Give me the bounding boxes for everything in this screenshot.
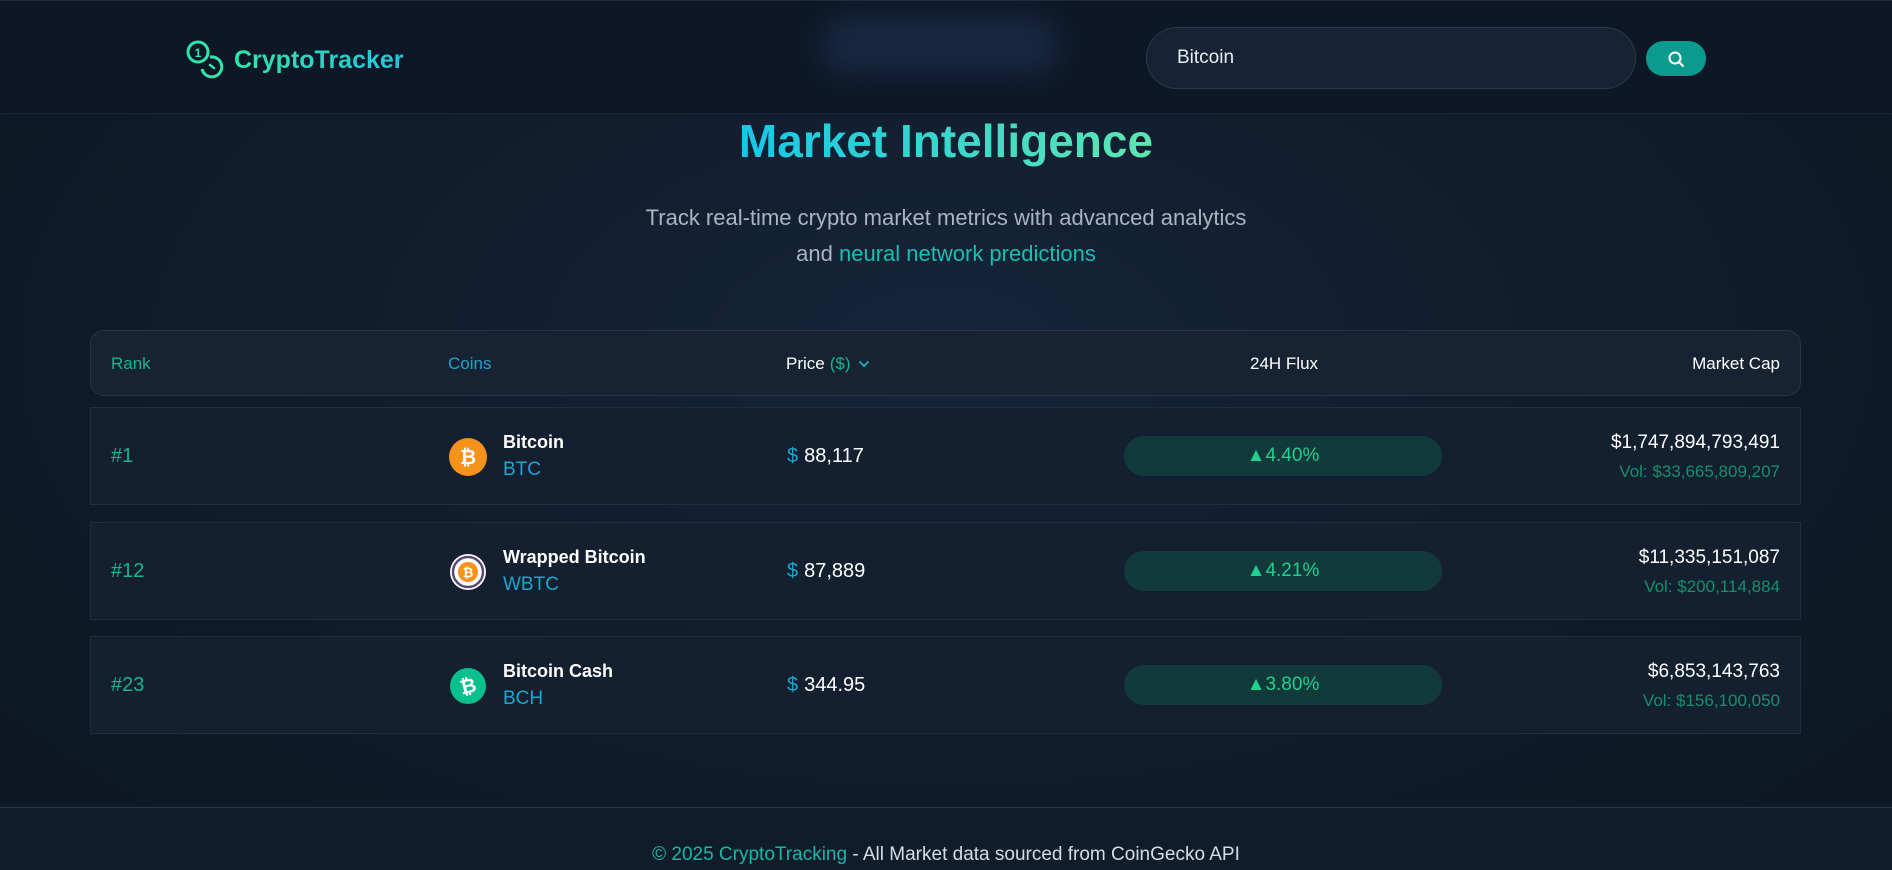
chevron-down-icon: [858, 361, 869, 368]
price-value: 88,117: [804, 445, 864, 467]
table-row[interactable]: #1 ₿ Bitcoin BTC $88,117 ▲4.40% $1,747,8…: [90, 407, 1801, 505]
footer: © 2025 CryptoTracking - All Market data …: [0, 807, 1892, 870]
price-header-label: Price: [786, 354, 825, 373]
table-row[interactable]: #12 ₿ Wrapped Bitcoin WBTC $87,889 ▲4.21…: [90, 522, 1801, 620]
price-cell: $88,117: [787, 445, 864, 468]
market-cap-cell: $1,747,894,793,491: [1610, 432, 1780, 453]
search-button[interactable]: [1646, 41, 1706, 76]
price-header-currency: ($): [829, 354, 851, 373]
column-header-coins: Coins: [448, 354, 492, 373]
coin-name[interactable]: Bitcoin Cash: [503, 661, 613, 682]
hero-subtitle: Track real-time crypto market metrics wi…: [0, 200, 1892, 272]
flux-badge: ▲4.21%: [1124, 551, 1442, 591]
coin-name[interactable]: Wrapped Bitcoin: [503, 547, 646, 568]
svg-text:1: 1: [195, 46, 202, 60]
volume-cell: Vol: $33,665,809,207: [1619, 462, 1780, 481]
rank-cell: #23: [111, 674, 145, 696]
price-value: 87,889: [804, 560, 866, 582]
blurred-decoration: [820, 15, 1060, 75]
table-header: Rank Coins Price ($) 24H Flux Market Cap: [90, 330, 1801, 396]
rank-cell: #12: [111, 560, 145, 582]
coin-symbol: BCH: [503, 688, 544, 709]
market-cap-cell: $6,853,143,763: [1647, 661, 1780, 682]
volume-cell: Vol: $200,114,884: [1644, 577, 1780, 596]
table-row[interactable]: #23 ₿ Bitcoin Cash BCH $344.95 ▲3.80% $6…: [90, 636, 1801, 734]
rank-cell: #1: [111, 445, 134, 467]
currency-symbol: $: [787, 445, 799, 467]
subtitle-line-1: Track real-time crypto market metrics wi…: [645, 205, 1247, 230]
column-header-flux: 24H Flux: [1250, 354, 1319, 373]
svg-text:₿: ₿: [460, 445, 476, 469]
search-input[interactable]: [1146, 27, 1636, 89]
column-header-market-cap: Market Cap: [1692, 354, 1780, 373]
price-cell: $344.95: [787, 674, 865, 697]
column-header-price-sort[interactable]: Price ($): [786, 354, 871, 374]
subtitle-highlight: neural network predictions: [839, 241, 1096, 266]
wrapped-bitcoin-icon: ₿: [449, 553, 487, 591]
currency-symbol: $: [787, 560, 799, 582]
subtitle-line-2: and neural network predictions: [0, 236, 1892, 272]
footer-copyright-link[interactable]: © 2025 CryptoTracking: [652, 844, 847, 865]
bitcoin-icon: ₿: [449, 438, 487, 476]
coin-symbol: WBTC: [503, 574, 559, 595]
search-icon: [1668, 51, 1684, 67]
volume-cell: Vol: $156,100,050: [1642, 691, 1780, 710]
footer-text: © 2025 CryptoTracking - All Market data …: [0, 844, 1892, 866]
svg-text:₿: ₿: [463, 566, 474, 581]
page-title: Market Intelligence: [738, 115, 1154, 167]
column-header-rank: Rank: [111, 354, 151, 373]
currency-symbol: $: [787, 674, 799, 696]
bitcoin-cash-icon: ₿: [449, 667, 487, 705]
footer-attribution: - All Market data sourced from CoinGecko…: [847, 844, 1240, 865]
market-cap-cell: $11,335,151,087: [1638, 547, 1780, 568]
brand-logo[interactable]: 1 CryptoTracker: [184, 39, 404, 81]
coin-name[interactable]: Bitcoin: [503, 432, 564, 453]
price-cell: $87,889: [787, 560, 865, 583]
flux-badge: ▲3.80%: [1124, 665, 1442, 705]
flux-badge: ▲4.40%: [1124, 436, 1442, 476]
subtitle-prefix: and: [796, 241, 833, 266]
header: 1 CryptoTracker: [0, 0, 1892, 114]
price-value: 344.95: [804, 674, 866, 696]
coin-symbol: BTC: [503, 459, 541, 480]
coins-icon: 1: [186, 40, 224, 79]
brand-name: CryptoTracker: [234, 45, 404, 74]
